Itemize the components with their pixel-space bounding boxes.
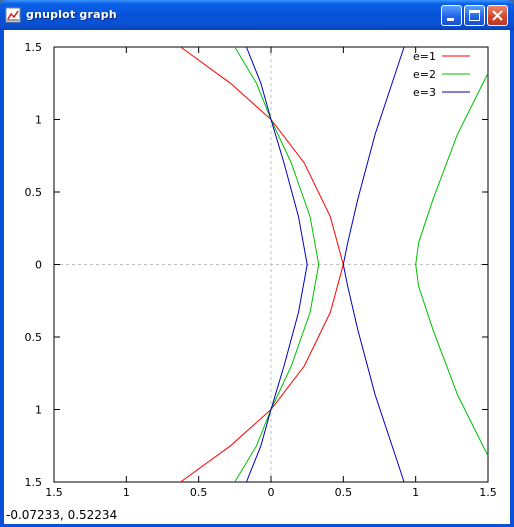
x-tick-label: 0.5 (335, 486, 353, 499)
minimize-button[interactable] (441, 5, 462, 26)
y-tick-label: 0.5 (25, 331, 43, 344)
y-tick-label: 1 (35, 404, 42, 417)
x-tick-label: 1 (412, 486, 419, 499)
window-title: gnuplot graph (26, 8, 117, 21)
legend-label: e=1 (413, 50, 436, 63)
close-icon (492, 10, 503, 21)
y-tick-label: 1.5 (25, 476, 43, 489)
plot-area[interactable]: 1.5 1 0.5 0 0.5 1 1.5 1.5 1 0.5 0 0.5 1 1.5 e=1 e=2 e=3 … (4, 30, 510, 524)
minimize-icon (447, 18, 454, 21)
gnuplot-app-icon (5, 7, 21, 23)
gnuplot-window: gnuplot graph 1.5 1 0.5 0 0.5 1 1.5 1.5 1 0.5 0 0.5… (0, 0, 514, 527)
x-tick-label: 0.5 (190, 486, 208, 499)
y-tick-label: 1.5 (25, 41, 43, 54)
legend-label: e=2 (413, 68, 436, 81)
x-tick-label: 1.5 (479, 486, 497, 499)
y-tick-label: 0.5 (25, 186, 43, 199)
maximize-icon (469, 10, 480, 21)
coordinate-readout: -0.07233, 0.52234 (6, 508, 118, 522)
y-tick-label: 0 (35, 259, 42, 272)
x-tick-label: 1 (123, 486, 130, 499)
y-tick-label: 1 (35, 114, 42, 127)
x-tick-label: 1.5 (45, 486, 63, 499)
legend-label: e=3 (413, 86, 436, 99)
title-bar[interactable]: gnuplot graph (0, 0, 514, 30)
close-button[interactable] (487, 5, 508, 26)
x-tick-label: 0 (268, 486, 275, 499)
gnuplot-chart[interactable]: 1.5 1 0.5 0 0.5 1 1.51.510.500.511.5e=1e=2e=3 (4, 30, 510, 524)
maximize-button[interactable] (464, 5, 485, 26)
